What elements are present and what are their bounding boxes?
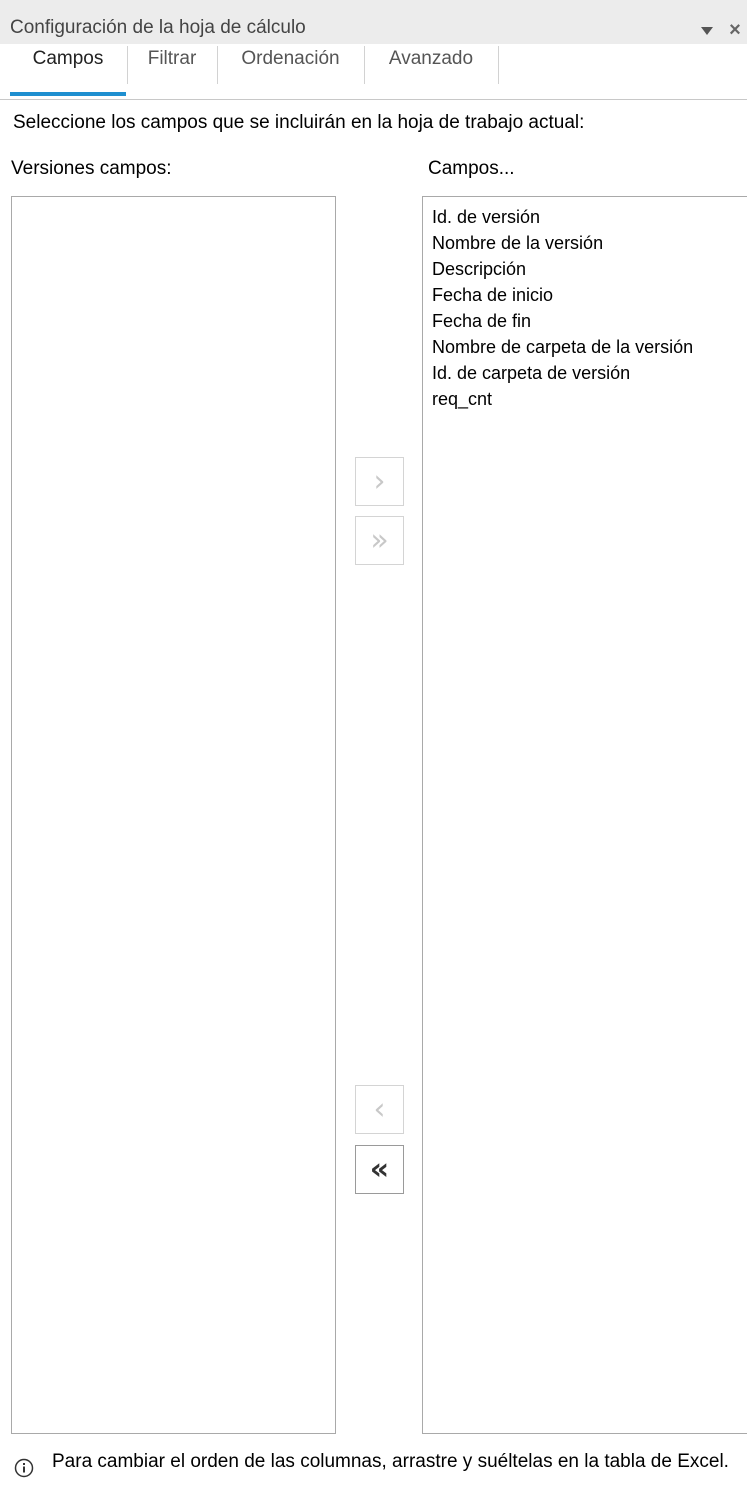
tab-filtrar[interactable]: Filtrar <box>128 44 216 96</box>
tab-avanzado[interactable]: Avanzado <box>365 44 497 96</box>
list-item[interactable]: Id. de carpeta de versión <box>432 360 747 386</box>
tab-campos[interactable]: Campos <box>10 44 126 96</box>
remove-field-button[interactable]: ‹ <box>355 1085 404 1134</box>
available-fields-label: Versiones campos: <box>11 158 172 179</box>
close-icon[interactable]: × <box>724 18 746 42</box>
instruction-text: Seleccione los campos que se incluirán e… <box>13 112 585 133</box>
list-item[interactable]: Descripción <box>432 256 747 282</box>
list-item[interactable]: Id. de versión <box>432 204 747 230</box>
list-item[interactable]: Fecha de inicio <box>432 282 747 308</box>
remove-all-fields-button[interactable]: « <box>355 1145 404 1194</box>
tab-label: Campos <box>32 48 104 69</box>
tab-separator <box>498 46 499 84</box>
tab-label: Filtrar <box>147 48 197 69</box>
pane-title: Configuración de la hoja de cálculo <box>10 17 306 38</box>
tab-label: Ordenación <box>241 48 340 69</box>
footer-hint: Para cambiar el orden de las columnas, a… <box>0 1444 747 1512</box>
selected-fields-list[interactable]: Id. de versión Nombre de la versión Desc… <box>422 196 747 1434</box>
selected-fields-label: Campos... <box>428 158 515 179</box>
tab-ordenacion[interactable]: Ordenación <box>218 44 363 96</box>
add-field-button[interactable]: › <box>355 457 404 506</box>
pane-title-bar: Configuración de la hoja de cálculo × <box>0 0 747 44</box>
list-item[interactable]: req_cnt <box>432 386 747 412</box>
available-fields-list[interactable] <box>11 196 336 1434</box>
tab-label: Avanzado <box>388 48 474 69</box>
add-all-fields-button[interactable]: » <box>355 516 404 565</box>
tab-bar: Campos Filtrar Ordenación Avanzado <box>0 44 747 100</box>
list-item[interactable]: Fecha de fin <box>432 308 747 334</box>
footer-text: Para cambiar el orden de las columnas, a… <box>52 1451 729 1472</box>
list-item[interactable]: Nombre de la versión <box>432 230 747 256</box>
dropdown-arrow-icon[interactable] <box>696 20 718 42</box>
info-icon <box>14 1458 34 1478</box>
list-item[interactable]: Nombre de carpeta de la versión <box>432 334 747 360</box>
active-tab-indicator <box>10 92 126 96</box>
spreadsheet-config-pane: Configuración de la hoja de cálculo × Ca… <box>0 0 747 1512</box>
